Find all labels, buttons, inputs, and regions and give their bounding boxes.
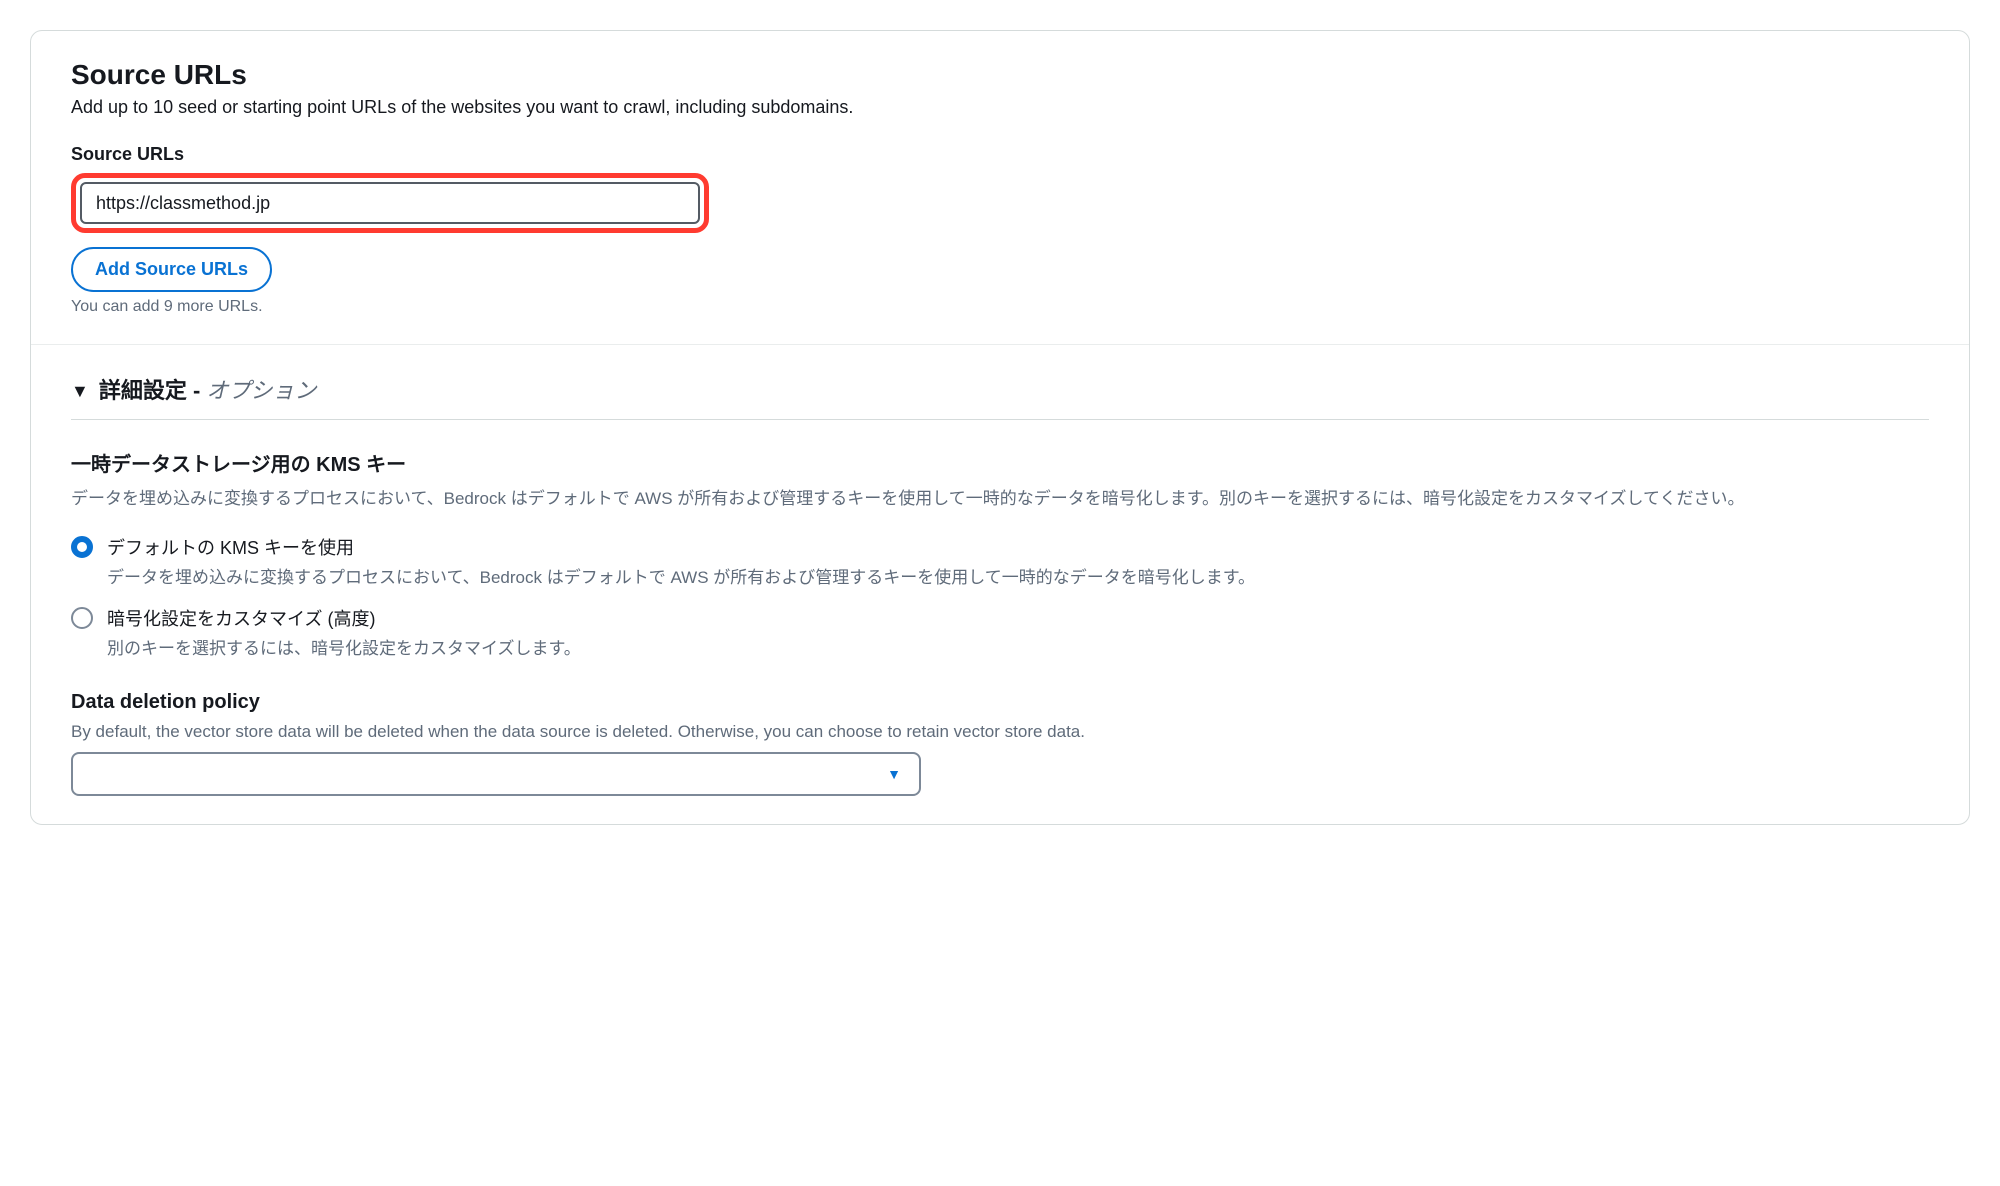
- advanced-settings-title: 詳細設定 - オプション: [99, 373, 317, 405]
- advanced-title-prefix: 詳細設定 -: [99, 378, 207, 403]
- deletion-policy-select[interactable]: ▼: [71, 752, 921, 796]
- kms-heading: 一時データストレージ用の KMS キー: [71, 448, 1929, 477]
- source-url-input[interactable]: [80, 182, 700, 224]
- source-urls-title: Source URLs: [71, 59, 1929, 91]
- add-source-urls-button[interactable]: Add Source URLs: [71, 247, 272, 292]
- radio-unselected-icon[interactable]: [71, 607, 93, 629]
- deletion-heading: Data deletion policy: [71, 691, 1929, 714]
- advanced-settings-section: ▼ 詳細設定 - オプション 一時データストレージ用の KMS キー データを埋…: [31, 344, 1969, 824]
- deletion-description: By default, the vector store data will b…: [71, 722, 1929, 742]
- kms-option-default-description: データを埋め込みに変換するプロセスにおいて、Bedrock はデフォルトで AW…: [107, 564, 1929, 591]
- kms-option-custom-description: 別のキーを選択するには、暗号化設定をカスタマイズします。: [107, 635, 1929, 662]
- settings-panel: Source URLs Add up to 10 seed or startin…: [30, 30, 1970, 825]
- kms-option-default-label: デフォルトの KMS キーを使用: [107, 534, 1929, 560]
- kms-option-default[interactable]: デフォルトの KMS キーを使用 データを埋め込みに変換するプロセスにおいて、B…: [71, 534, 1929, 591]
- kms-radio-group: デフォルトの KMS キーを使用 データを埋め込みに変換するプロセスにおいて、B…: [71, 534, 1929, 662]
- kms-option-custom[interactable]: 暗号化設定をカスタマイズ (高度) 別のキーを選択するには、暗号化設定をカスタマ…: [71, 605, 1929, 662]
- source-url-highlight: [71, 173, 709, 233]
- source-urls-field-label: Source URLs: [71, 144, 1929, 165]
- kms-option-custom-label: 暗号化設定をカスタマイズ (高度): [107, 605, 1929, 631]
- source-urls-helper: You can add 9 more URLs.: [71, 298, 1929, 316]
- caret-down-icon: ▼: [887, 766, 901, 782]
- caret-down-icon: ▼: [71, 382, 89, 400]
- advanced-settings-expander[interactable]: ▼ 詳細設定 - オプション: [71, 373, 1929, 420]
- source-urls-description: Add up to 10 seed or starting point URLs…: [71, 97, 1929, 118]
- source-urls-section: Source URLs Add up to 10 seed or startin…: [31, 31, 1969, 344]
- advanced-title-optional: オプション: [206, 378, 316, 403]
- radio-selected-icon[interactable]: [71, 536, 93, 558]
- kms-description: データを埋め込みに変換するプロセスにおいて、Bedrock はデフォルトで AW…: [71, 485, 1929, 512]
